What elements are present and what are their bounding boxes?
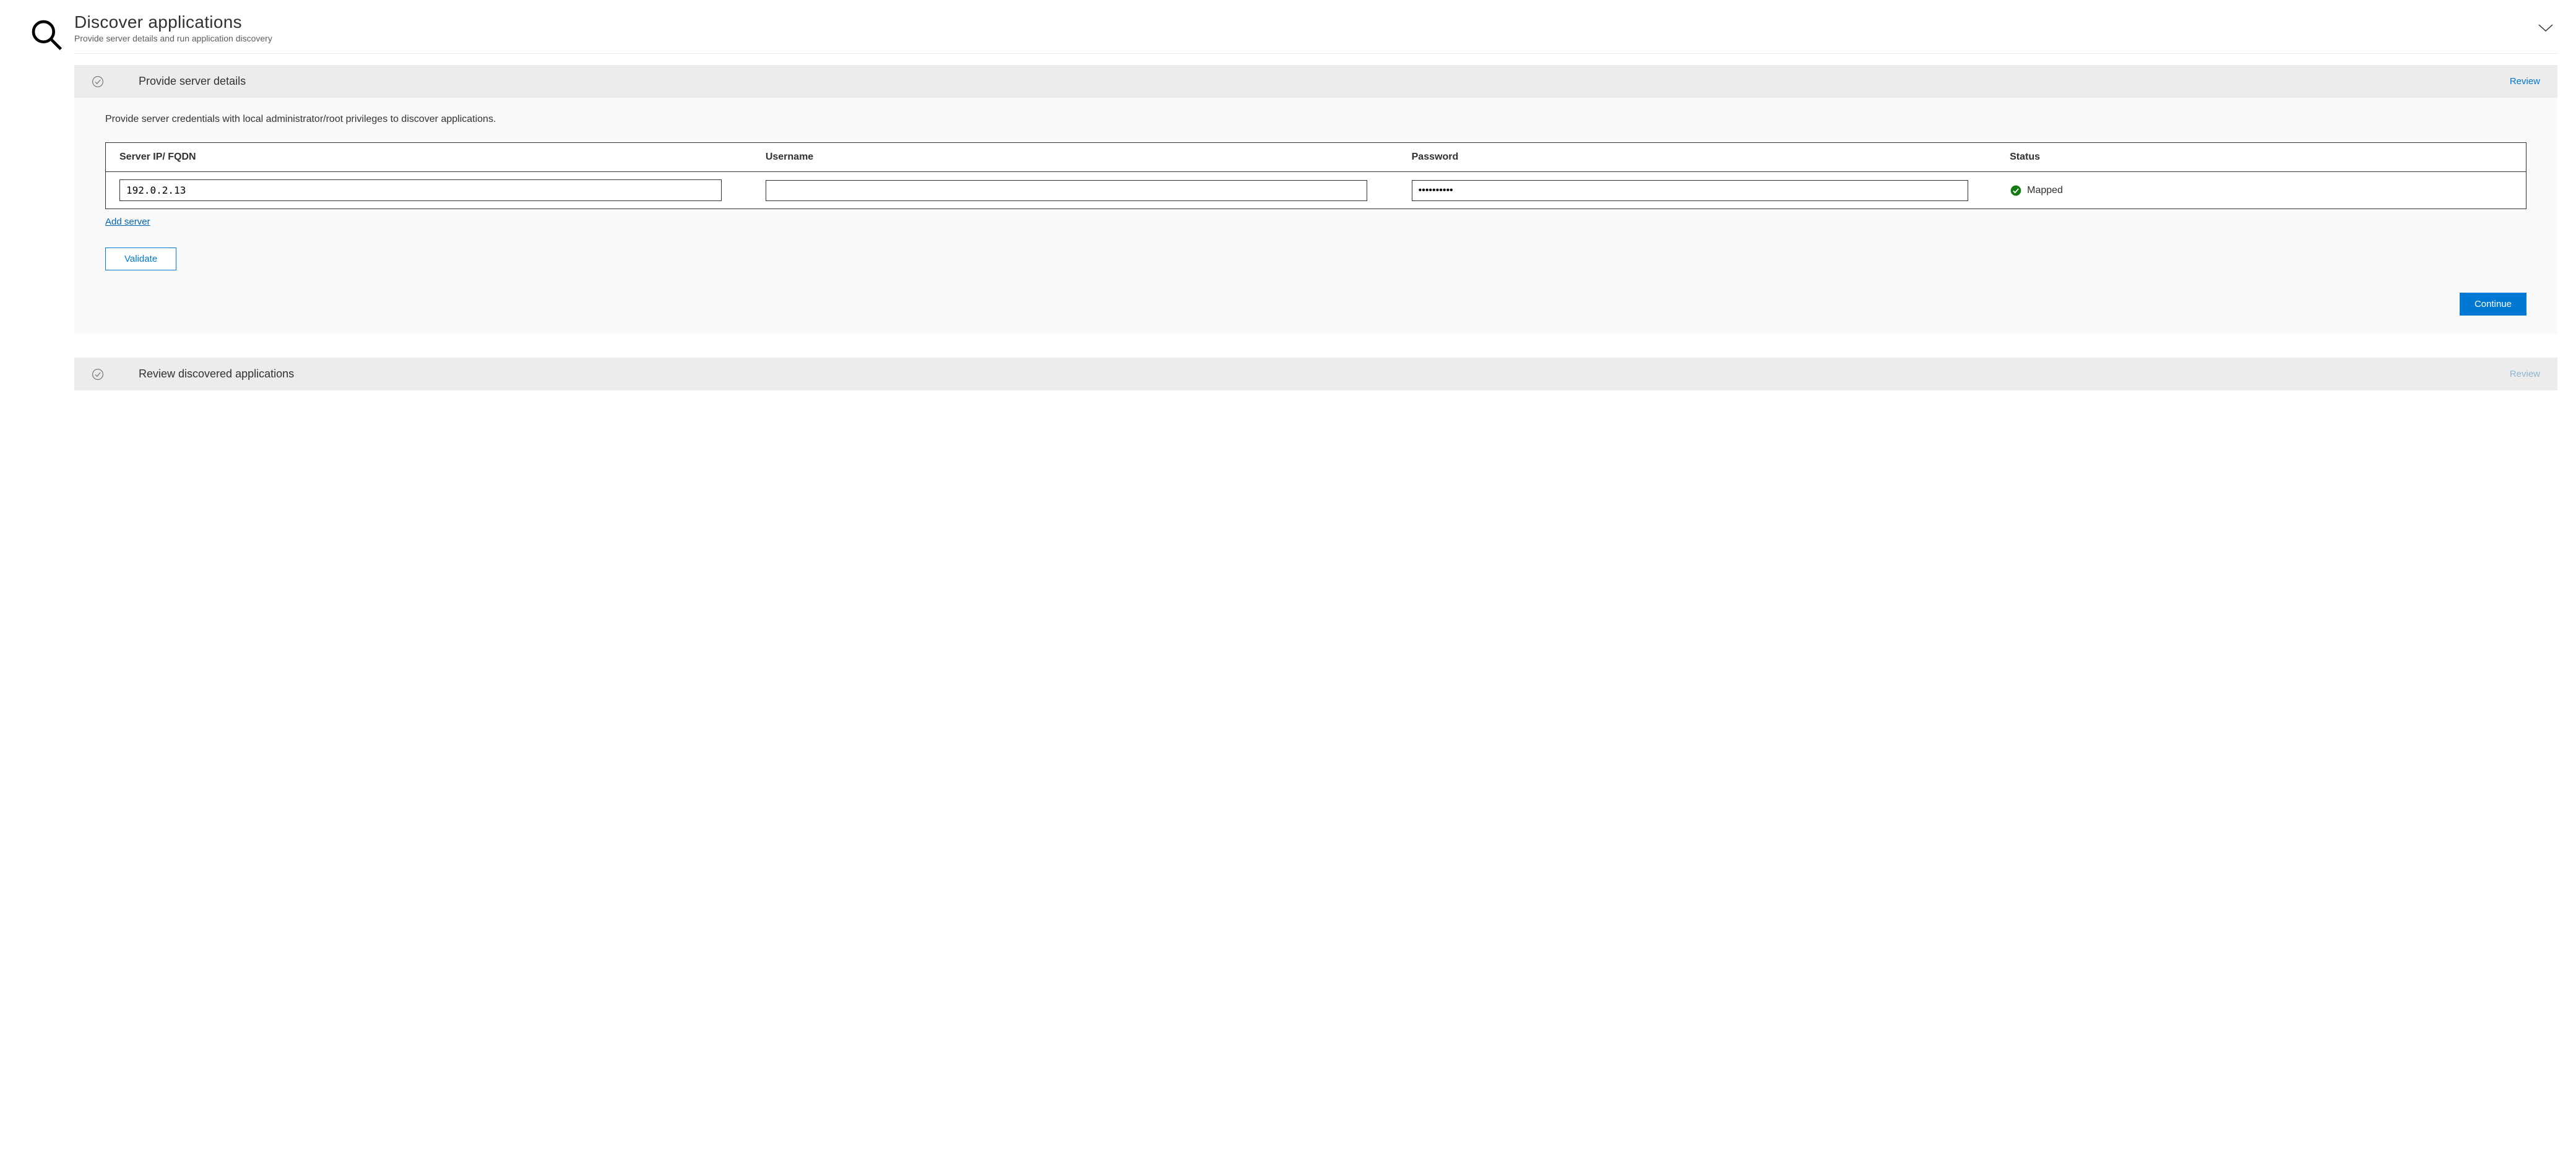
page-subtitle: Provide server details and run applicati… <box>74 33 272 43</box>
review-link[interactable]: Review <box>2510 76 2540 87</box>
username-input[interactable] <box>766 180 1368 201</box>
continue-button[interactable]: Continue <box>2460 293 2526 316</box>
col-header-username: Username <box>766 152 1412 163</box>
check-circle-icon <box>92 75 104 88</box>
check-circle-icon <box>92 368 104 381</box>
step-title: Review discovered applications <box>139 368 2475 381</box>
col-header-ip: Server IP/ FQDN <box>119 152 766 163</box>
table-row: Mapped <box>106 172 2526 209</box>
server-ip-input[interactable] <box>119 179 722 201</box>
search-icon <box>29 17 64 55</box>
col-header-password: Password <box>1412 152 2010 163</box>
review-link: Review <box>2510 369 2540 379</box>
status-text: Mapped <box>2027 185 2063 196</box>
col-header-status: Status <box>2010 152 2512 163</box>
chevron-down-icon[interactable] <box>2538 24 2554 35</box>
server-table: Server IP/ FQDN Username Password Status <box>105 142 2526 209</box>
step-provide-server-details: Provide server details Review Provide se… <box>74 65 2557 334</box>
check-circle-filled-icon <box>2010 184 2022 197</box>
step-title: Provide server details <box>139 75 2475 88</box>
table-header-row: Server IP/ FQDN Username Password Status <box>106 143 2526 172</box>
step-instruction: Provide server credentials with local ad… <box>105 114 2526 125</box>
validate-button[interactable]: Validate <box>105 247 176 270</box>
add-server-link[interactable]: Add server <box>105 217 150 227</box>
page-title: Discover applications <box>74 12 272 32</box>
password-input[interactable] <box>1412 180 1968 201</box>
step-review-discovered-applications: Review discovered applications Review <box>74 358 2557 390</box>
